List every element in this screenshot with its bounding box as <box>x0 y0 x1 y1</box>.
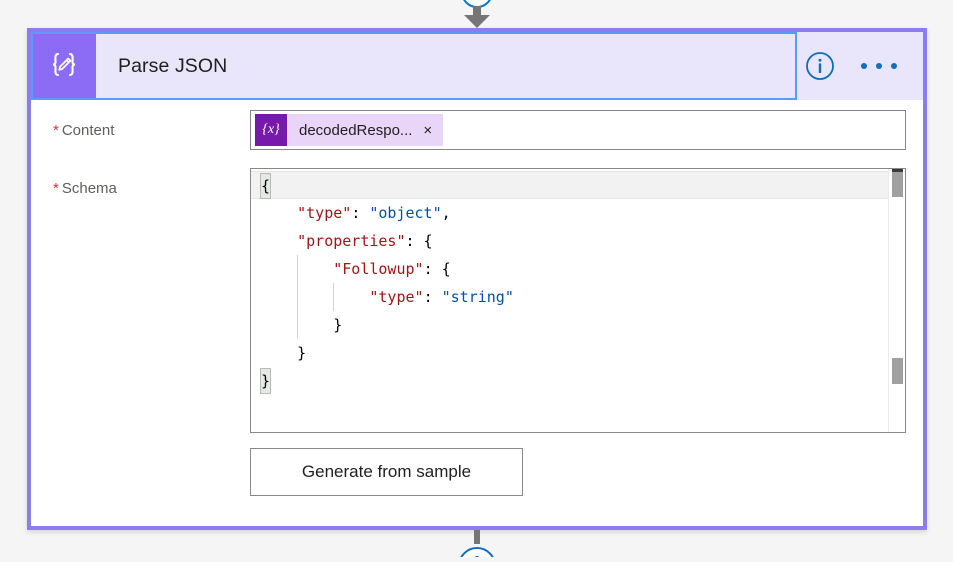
schema-code-editor[interactable]: { "type": "object", "properties": { "Fol… <box>250 168 906 433</box>
code-line: "properties": { <box>251 227 889 255</box>
json-key: "type" <box>297 204 352 222</box>
flow-connector-top <box>0 0 953 28</box>
content-input[interactable]: {x} decodedRespo... × <box>250 110 906 150</box>
editor-vertical-scrollbar[interactable] <box>888 169 905 432</box>
action-card-body: * Content {x} decodedRespo... × * Schema {… <box>31 100 923 526</box>
content-label-text: Content <box>61 122 115 139</box>
dynamic-content-token-chip[interactable]: {x} decodedRespo... × <box>255 114 444 146</box>
required-asterisk: * <box>53 122 59 139</box>
previous-step-node-circle <box>463 0 491 8</box>
json-string-value: "object" <box>369 204 442 222</box>
code-line: } <box>251 367 889 395</box>
json-braces-pencil-icon <box>31 32 96 100</box>
json-punctuation: } <box>333 316 343 334</box>
info-circle-glyph <box>806 52 834 80</box>
code-line: "type": "string" <box>251 283 889 311</box>
code-line: "Followup": { <box>251 255 889 283</box>
code-line: } <box>251 339 889 367</box>
add-step-plus-icon[interactable] <box>458 547 496 562</box>
schema-code-content[interactable]: { "type": "object", "properties": { "Fol… <box>251 169 889 432</box>
connector-top-svg <box>463 0 491 28</box>
info-circle-icon[interactable] <box>805 51 835 81</box>
json-key: "type" <box>369 288 424 306</box>
action-title: Parse JSON <box>118 54 228 77</box>
code-line: } <box>251 311 889 339</box>
ellipsis-dot <box>876 63 882 69</box>
indent-guide <box>297 255 299 339</box>
json-punctuation: : { <box>405 232 433 250</box>
json-bracket-match: } <box>260 368 272 394</box>
required-asterisk: * <box>53 180 59 197</box>
json-punctuation: : { <box>423 260 451 278</box>
header-action-buttons[interactable] <box>777 32 923 100</box>
schema-field-label: * Schema <box>53 180 117 197</box>
json-bracket-match: { <box>260 173 272 199</box>
json-key: "properties" <box>297 232 406 250</box>
token-remove-close-icon[interactable]: × <box>421 123 443 138</box>
token-chip-label: decodedRespo... <box>299 121 413 139</box>
json-key: "Followup" <box>333 260 424 278</box>
generate-from-sample-button[interactable]: Generate from sample <box>250 448 523 496</box>
json-punctuation: } <box>297 344 307 362</box>
json-punctuation: : <box>423 288 442 306</box>
json-punctuation: : <box>351 204 370 222</box>
content-field-label: * Content <box>53 122 114 139</box>
connector-line <box>474 530 480 544</box>
scrollbar-overview-marker <box>892 358 903 384</box>
ellipsis-dot <box>891 63 897 69</box>
scrollbar-thumb[interactable] <box>892 169 903 197</box>
connector-bottom-svg[interactable] <box>0 530 953 562</box>
json-punctuation: , <box>441 204 451 222</box>
flow-connector-bottom <box>0 530 953 562</box>
code-line: "type": "object", <box>251 199 889 227</box>
arrow-down-icon <box>464 6 490 28</box>
ellipsis-dot <box>861 63 867 69</box>
json-string-value: "string" <box>441 288 514 306</box>
parse-json-action-card[interactable]: Parse JSON * Content {x} decodedRespo...… <box>27 28 927 530</box>
more-options-ellipsis-icon[interactable] <box>861 63 897 69</box>
expression-braces-x-icon: {x} <box>255 114 287 146</box>
schema-label-text: Schema <box>61 180 117 197</box>
code-line: { <box>251 171 889 199</box>
action-card-header[interactable]: Parse JSON <box>31 32 923 100</box>
json-braces-pencil-glyph <box>52 52 75 77</box>
indent-guide <box>333 283 335 311</box>
